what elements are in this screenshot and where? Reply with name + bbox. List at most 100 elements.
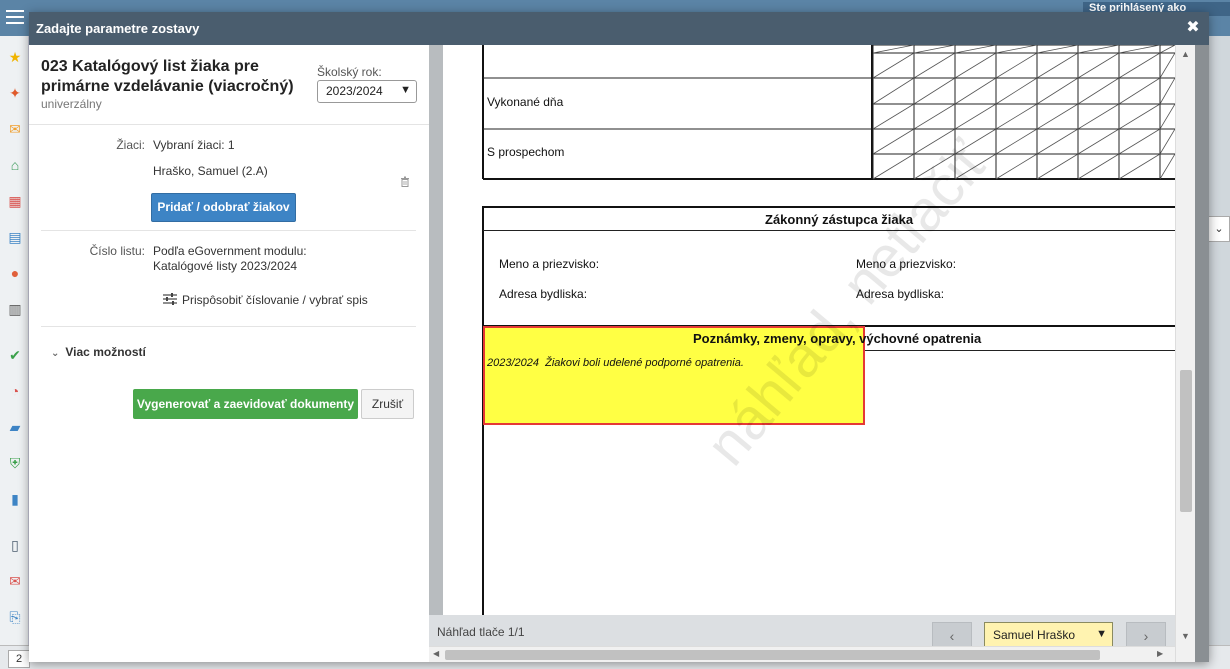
chat-icon[interactable]: ✉ [6,572,24,590]
chevron-down-icon[interactable]: ⌄ [1208,216,1230,242]
grid-hatch [1036,77,1079,105]
more-options-toggle[interactable]: ⌄ Viac možností [51,345,146,359]
page-number-input[interactable]: 2 [8,650,30,668]
scroll-thumb[interactable] [445,650,1100,660]
grid-hatch [913,45,956,54]
briefcase-icon[interactable]: ▰ [6,418,24,436]
schedule-icon[interactable]: ▥ [6,300,24,318]
check-icon[interactable]: ✔ [6,346,24,364]
open-book-icon[interactable]: ▯ [6,536,24,554]
grid-hatch [872,153,915,180]
shield-icon[interactable]: ⛨ [6,454,24,472]
grid-hatch [872,77,915,105]
scroll-up-icon[interactable]: ▲ [1181,49,1190,59]
cancel-button[interactable]: Zrušiť [361,389,414,419]
book-icon[interactable]: ▤ [6,228,24,246]
grid-hatch [1159,128,1175,155]
scroll-right-icon[interactable]: ▶ [1157,649,1163,658]
preview-footer: Náhľad tlače 1/1 ‹ Samuel Hraško ▼ › [429,615,1175,650]
paperclip-icon[interactable]: ⎘ [6,608,24,626]
menu-icon[interactable] [4,6,26,28]
grid-hatch [1118,153,1161,180]
chevron-down-icon: ⌄ [51,348,60,359]
grid-hatch [1118,45,1161,54]
scroll-down-icon[interactable]: ▼ [1181,631,1190,641]
divider [483,230,1175,231]
row-label-vykonane: Vykonané dňa [487,95,564,109]
grades-grid [482,45,1175,180]
grid-hatch [954,103,997,130]
chevron-down-icon: ▼ [400,84,411,96]
selected-students-count: Vybraní žiaci: 1 [153,138,235,152]
trash-icon[interactable] [400,176,410,187]
note-entry: 2023/2024 Žiakovi boli udelené podporné … [487,357,744,369]
grid-hatch [1077,128,1120,155]
close-icon[interactable]: ✖ [1183,18,1203,38]
grid-hatch [913,52,956,79]
note-year: 2023/2024 [487,357,539,369]
note-text: Žiakovi boli udelené podporné opatrenia. [545,357,744,369]
grid-hatch [1118,128,1161,155]
grid-hatch [1036,45,1079,54]
school-year-value: 2023/2024 [326,84,383,98]
grid-hatch [1159,103,1175,130]
scroll-thumb[interactable] [1180,370,1192,512]
sheet-number-series: Katalógové listy 2023/2024 [153,259,298,273]
grid-hatch [995,153,1038,180]
school-year-select[interactable]: 2023/2024 ▼ [317,80,417,103]
grid-hatch [1077,45,1120,54]
divider [41,230,416,231]
customize-numbering-link[interactable]: Prispôsobiť číslovanie / vybrať spis [182,293,368,307]
grid-hatch [1118,77,1161,105]
wand-icon[interactable]: ✦ [6,84,24,102]
preview-page-info: Náhľad tlače 1/1 [437,625,525,639]
report-title: 023 Katalógový list žiaka pre primárne v… [41,58,294,95]
divider [41,326,416,327]
calendar-icon[interactable]: ▦ [6,192,24,210]
grid-hatch [954,45,997,54]
grid-hatch [995,103,1038,130]
grid-hatch [1159,77,1175,105]
preview-horizontal-scrollbar[interactable]: ◀ ▶ [429,646,1175,662]
grid-hatch [954,77,997,105]
add-remove-students-button[interactable]: Pridať / odobrať žiakov [151,193,296,222]
divider [29,124,429,125]
row-label-prospech: S prospechom [487,145,565,159]
star-icon[interactable]: ★ [6,48,24,66]
students-label: Žiaci: [116,138,145,152]
grid-hatch [954,52,997,79]
grid-hatch [872,103,915,130]
grid-hatch [995,52,1038,79]
student-select[interactable]: Samuel Hraško ▼ [984,622,1113,649]
chevron-down-icon: ▼ [1096,628,1107,640]
grid-hatch [1077,153,1120,180]
guardian-address-label-1: Adresa bydliska: [499,287,588,301]
scroll-left-icon[interactable]: ◀ [433,649,439,658]
grid-hatch [1077,103,1120,130]
params-panel: 023 Katalógový list žiaka pre primárne v… [29,45,429,662]
user-icon[interactable]: ● [6,264,24,282]
grid-hatch [995,77,1038,105]
grid-hatch [1159,45,1175,54]
bar-chart-icon[interactable]: ▮ [6,490,24,508]
student-select-value: Samuel Hraško [993,628,1076,642]
grid-hatch [913,77,956,105]
preview-vertical-scrollbar[interactable]: ▲ ▼ [1175,45,1195,662]
school-year-label: Školský rok: [317,65,382,79]
grid-hatch [872,45,915,54]
preview-page: Vykonané dňa S prospechom Zákonný zástup… [443,45,1175,615]
sheet-number-label: Číslo listu: [89,244,145,258]
grid-hatch [872,52,915,79]
app-sidebar: ★ ✦ ✉ ⌂ ▦ ▤ ● ▥ ✔ ◔ ▰ ⛨ ▮ ▯ ✉ ⎘ [0,36,29,669]
preview-left-gutter [429,45,443,662]
grid-hatch [1036,52,1079,79]
more-options-label: Viac možností [65,345,146,359]
mail-icon[interactable]: ✉ [6,120,24,138]
settings-sliders-icon[interactable] [163,293,177,305]
generate-documents-button[interactable]: Vygenerovať a zaevidovať dokumenty [133,389,358,419]
grid-hatch [995,45,1038,54]
home-icon[interactable]: ⌂ [6,156,24,174]
grid-hatch [872,128,915,155]
chart-pie-icon[interactable]: ◔ [6,382,24,400]
guardian-name-label-1: Meno a priezvisko: [499,257,600,271]
